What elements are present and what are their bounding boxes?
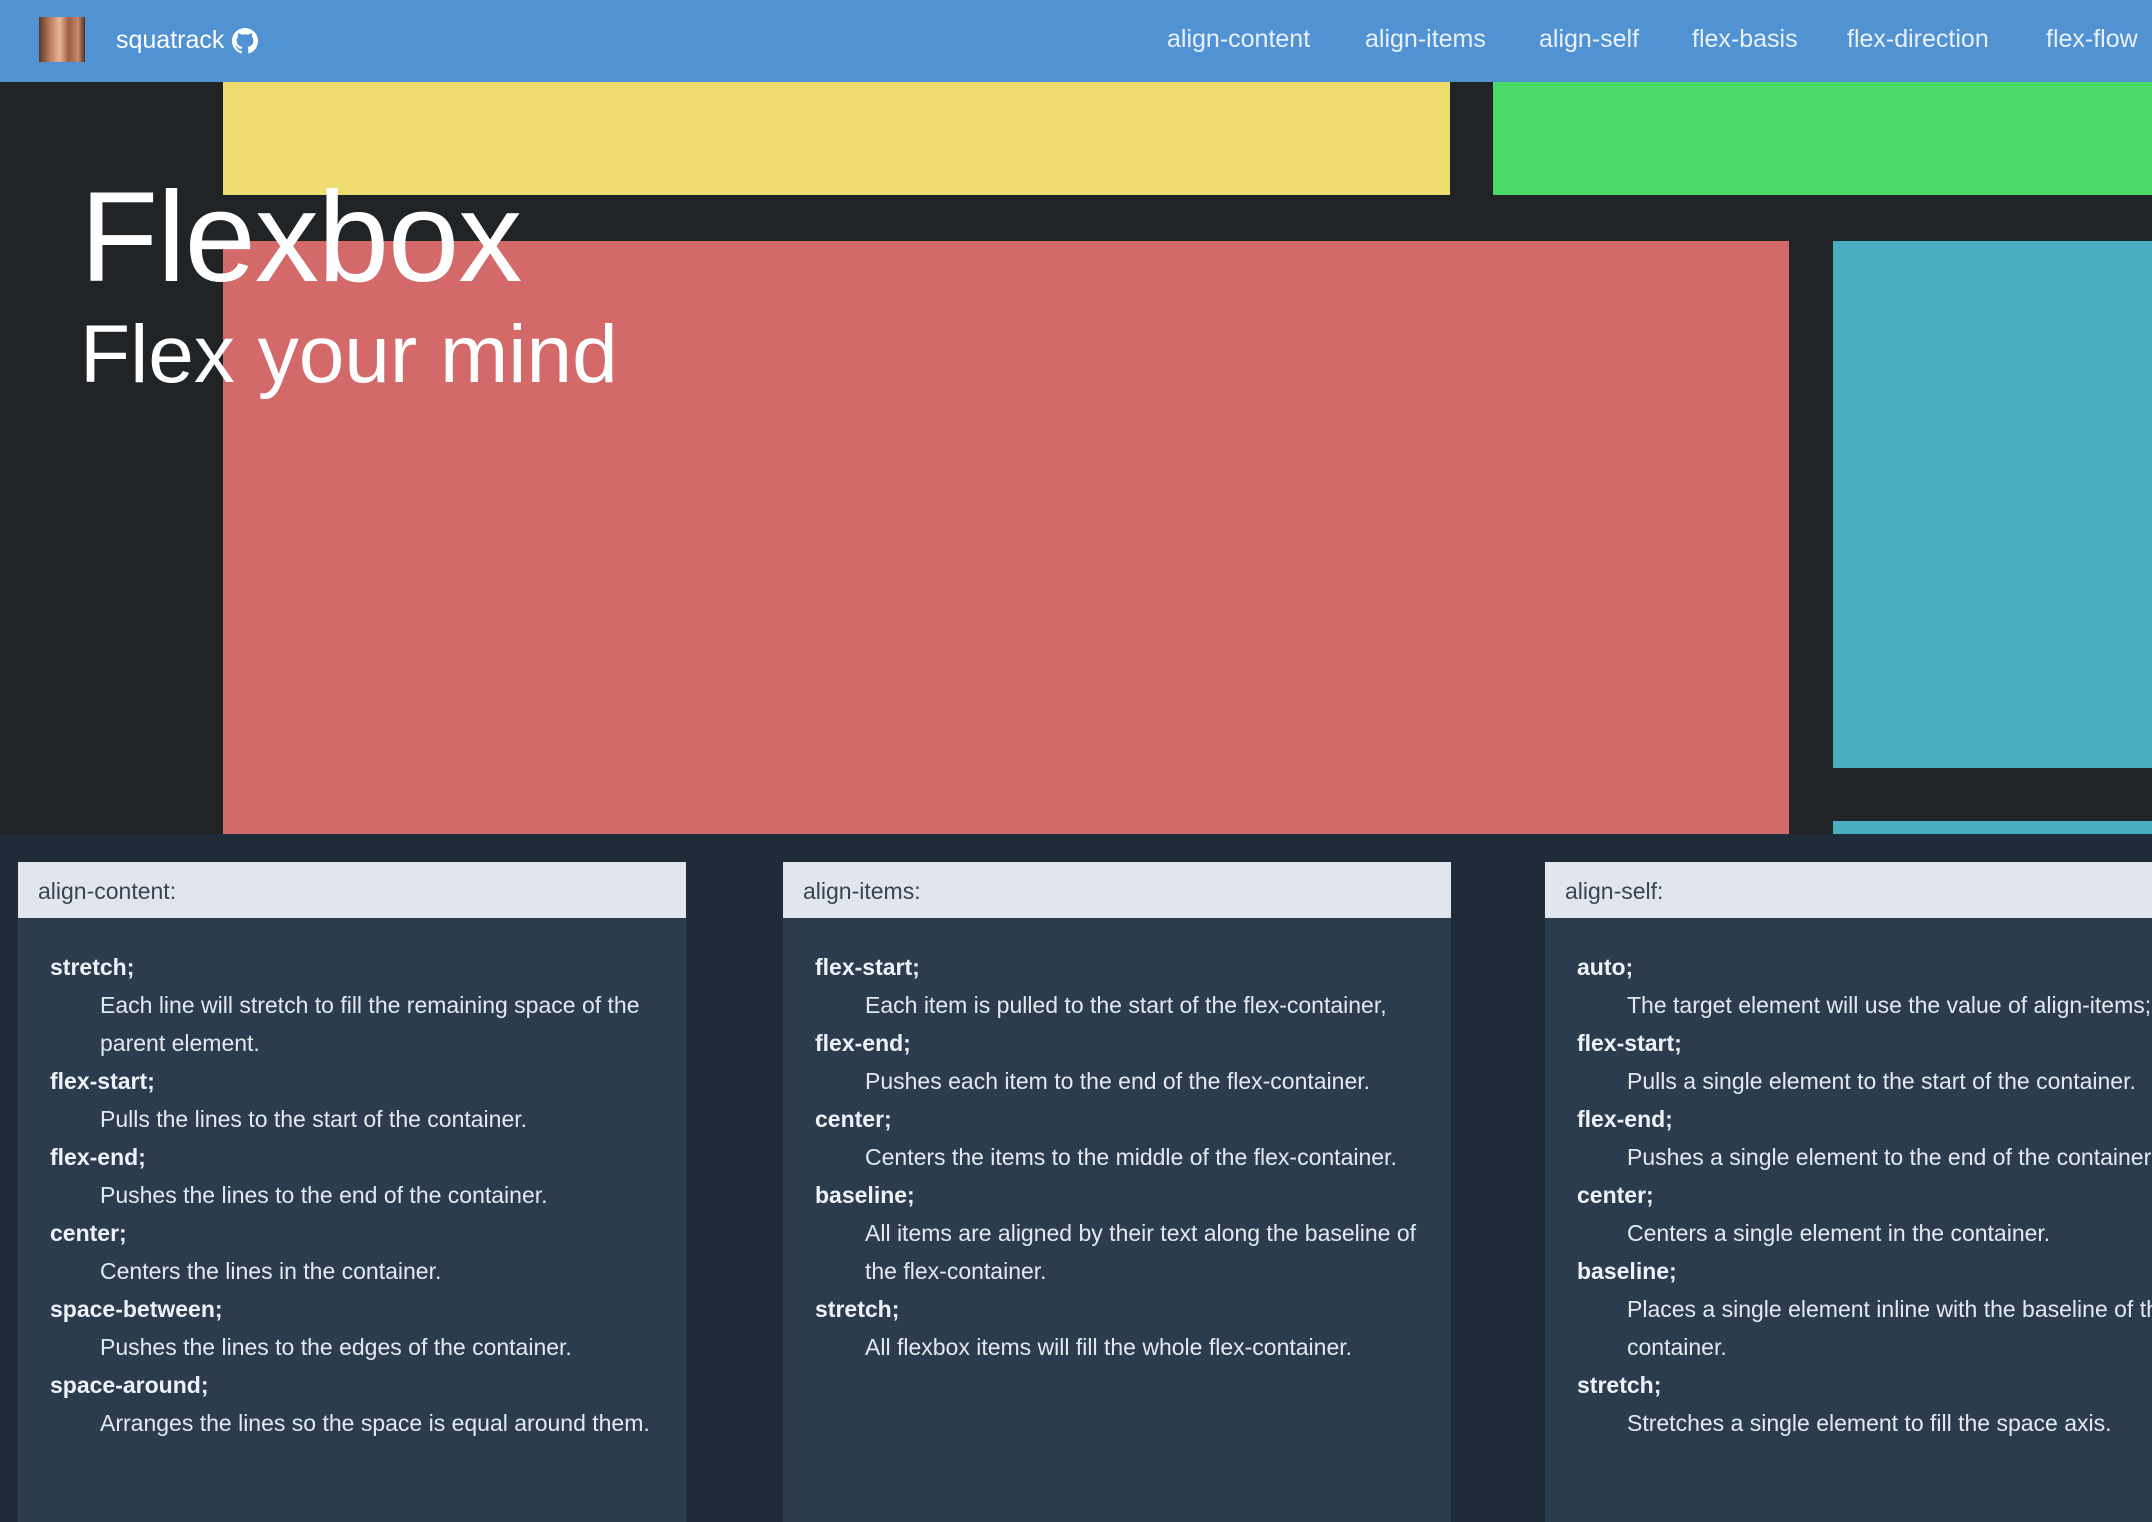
- property-description: Centers a single element in the containe…: [1627, 1220, 2051, 1246]
- property-value: flex-start;: [1577, 1030, 1682, 1056]
- card-align-items: align-items: flex-start; Each item is pu…: [783, 862, 1451, 1522]
- property-value: baseline;: [815, 1182, 915, 1208]
- property-value: flex-start;: [50, 1068, 155, 1094]
- property-description: Arranges the lines so the space is equal…: [100, 1410, 650, 1436]
- nav-flex-flow[interactable]: flex-flow: [2046, 25, 2138, 54]
- property-value: flex-end;: [1577, 1106, 1673, 1132]
- nav-flex-direction[interactable]: flex-direction: [1847, 25, 1989, 54]
- card-title: align-content:: [18, 862, 686, 918]
- property-value: auto;: [1577, 954, 1634, 980]
- hero-block-cyan: [1833, 241, 2152, 768]
- property-value: flex-start;: [815, 954, 920, 980]
- property-value: stretch;: [1577, 1372, 1662, 1398]
- nav-flex-basis[interactable]: flex-basis: [1692, 25, 1798, 54]
- property-description: Centers the items to the middle of the f…: [865, 1144, 1397, 1170]
- property-value: center;: [815, 1106, 892, 1132]
- property-value: baseline;: [1577, 1258, 1677, 1284]
- hero: Flexbox Flex your mind: [0, 82, 2152, 834]
- property-description: Pushes each item to the end of the flex-…: [865, 1068, 1371, 1094]
- card-body: flex-start; Each item is pulled to the s…: [783, 918, 1451, 1366]
- hero-block-green: [1493, 82, 2152, 195]
- property-description: Stretches a single element to fill the s…: [1627, 1410, 2112, 1436]
- property-value: center;: [50, 1220, 127, 1246]
- card-body: auto; The target element will use the va…: [1545, 918, 2152, 1442]
- card-align-content: align-content: stretch; Each line will s…: [18, 862, 686, 1522]
- nav-align-items[interactable]: align-items: [1365, 25, 1486, 54]
- hero-subtitle: Flex your mind: [80, 309, 618, 400]
- property-value: stretch;: [50, 954, 135, 980]
- property-description: Pushes the lines to the edges of the con…: [100, 1334, 572, 1360]
- property-description: Pushes a single element to the end of th…: [1627, 1144, 2152, 1170]
- card-align-self: align-self: auto; The target element wil…: [1545, 862, 2152, 1522]
- card-body: stretch; Each line will stretch to fill …: [18, 918, 686, 1442]
- property-value: center;: [1577, 1182, 1654, 1208]
- property-description: Pulls the lines to the start of the cont…: [100, 1106, 528, 1132]
- nav-align-content[interactable]: align-content: [1167, 25, 1310, 54]
- property-description: All flexbox items will fill the whole fl…: [865, 1334, 1353, 1360]
- hero-block-cyan-lower: [1833, 821, 2152, 834]
- card-title: align-self:: [1545, 862, 2152, 918]
- property-value: space-around;: [50, 1372, 209, 1398]
- property-description: Pushes the lines to the end of the conta…: [100, 1182, 548, 1208]
- property-description: Each line will stretch to fill the remai…: [100, 992, 640, 1056]
- property-description: All items are aligned by their text alon…: [865, 1220, 1417, 1284]
- property-value: stretch;: [815, 1296, 900, 1322]
- main-nav: align-content align-items align-self fle…: [0, 25, 2152, 57]
- property-value: space-between;: [50, 1296, 223, 1322]
- hero-title: Flexbox: [80, 166, 522, 309]
- property-description: The target element will use the value of…: [1627, 992, 2152, 1018]
- property-description: Each item is pulled to the start of the …: [865, 992, 1387, 1018]
- property-description: Pulls a single element to the start of t…: [1627, 1068, 2136, 1094]
- card-title: align-items:: [783, 862, 1451, 918]
- top-navbar: squatrack align-content align-items alig…: [0, 0, 2152, 82]
- nav-align-self[interactable]: align-self: [1539, 25, 1639, 54]
- property-description: Places a single element inline with the …: [1627, 1296, 2152, 1360]
- property-value: flex-end;: [815, 1030, 911, 1056]
- property-description: Centers the lines in the container.: [100, 1258, 442, 1284]
- property-value: flex-end;: [50, 1144, 146, 1170]
